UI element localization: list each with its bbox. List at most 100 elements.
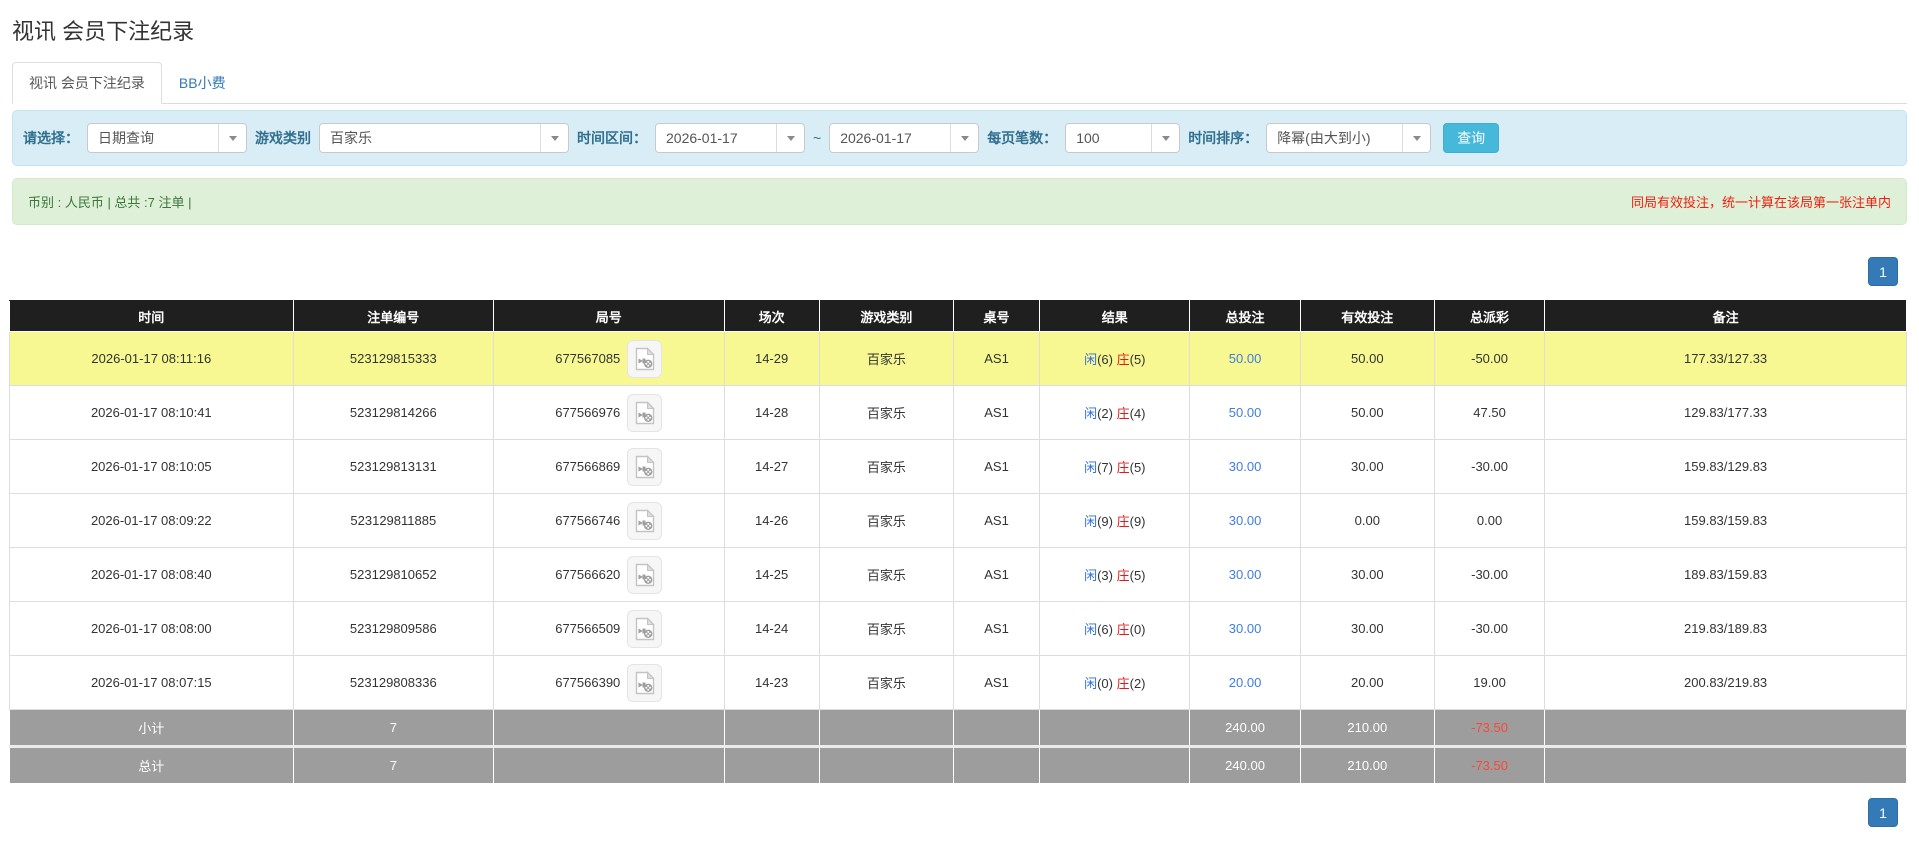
caret-down-icon [218,124,246,152]
query-button[interactable]: 查询 [1443,123,1500,153]
page-1-button[interactable]: 1 [1868,798,1898,827]
video-file-icon [635,616,655,640]
cell-payout: -50.00 [1433,331,1546,386]
total-bet-link[interactable]: 20.00 [1229,675,1262,690]
cell-total-bet: 50.00 [1189,331,1301,386]
video-file-icon [635,670,655,694]
cell-table-no: AS1 [952,655,1041,710]
footer-payout: -73.50 [1433,745,1546,784]
cell-bet-id: 523129813131 [292,439,495,494]
footer-count: 7 [292,745,495,784]
cell-bet-id: 523129809586 [292,601,495,656]
result-player: 闲 [1084,352,1098,367]
cell-total-bet: 50.00 [1189,385,1301,440]
result-banker: 庄 [1116,514,1130,529]
cell-session: 14-29 [723,331,820,386]
round-number: 677566620 [555,567,621,582]
date-from-value: 2026-01-17 [666,130,738,146]
footer-count: 7 [292,709,495,747]
cell-game-type: 百家乐 [818,601,954,656]
cell-note: 159.83/129.83 [1544,439,1907,494]
result-player: 闲 [1084,568,1098,583]
total-bet-link[interactable]: 50.00 [1229,351,1262,366]
result-banker: 庄 [1116,406,1130,421]
game-type-select[interactable]: 百家乐 [319,123,569,153]
per-page-select[interactable]: 100 [1065,123,1181,153]
tab-bb-tips[interactable]: BB小费 [162,62,243,104]
footer-empty [818,745,954,784]
video-file-icon [635,508,655,532]
sort-label: 时间排序： [1188,130,1259,146]
cell-table-no: AS1 [952,547,1041,602]
round-number: 677566746 [555,513,621,528]
cell-total-bet: 20.00 [1189,655,1301,710]
date-to-select[interactable]: 2026-01-17 [829,123,980,153]
cell-result: 闲(9) 庄(9) [1039,493,1191,548]
replay-video-button[interactable] [627,339,663,378]
total-bet-link[interactable]: 30.00 [1229,621,1262,636]
video-file-icon [635,400,655,424]
cell-table-no: AS1 [952,331,1041,386]
cell-total-bet: 30.00 [1189,601,1301,656]
cell-time: 2026-01-17 08:11:16 [9,331,294,386]
cell-time: 2026-01-17 08:10:41 [9,385,294,440]
cell-table-no: AS1 [952,601,1041,656]
footer-empty [952,745,1041,784]
total-bet-link[interactable]: 30.00 [1229,567,1262,582]
column-header: 注单编号 [292,300,495,332]
replay-video-button[interactable] [627,663,663,702]
column-header: 局号 [493,300,725,332]
cell-game-type: 百家乐 [818,547,954,602]
cell-round-id: 677566746 [493,493,725,548]
query-type-select[interactable]: 日期查询 [87,123,247,153]
cell-bet-id: 523129815333 [292,331,495,386]
replay-video-button[interactable] [627,447,663,486]
footer-label: 小计 [9,709,294,747]
total-bet-link[interactable]: 50.00 [1229,405,1262,420]
cell-time: 2026-01-17 08:08:40 [9,547,294,602]
result-banker-score: (5) [1129,568,1146,583]
cell-bet-id: 523129811885 [292,493,495,548]
table-header-row: 时间 注单编号 局号 场次 游戏类别 桌号 结果 总投注 有效投注 总派彩 备注 [9,300,1907,332]
replay-video-button[interactable] [627,555,663,594]
footer-empty [1039,709,1191,747]
column-header: 总派彩 [1433,300,1546,332]
page-1-button[interactable]: 1 [1868,257,1898,286]
per-page-value: 100 [1076,130,1100,146]
column-header: 结果 [1039,300,1191,332]
cell-game-type: 百家乐 [818,655,954,710]
footer-empty [1544,745,1907,784]
footer-empty [1039,745,1191,784]
replay-video-button[interactable] [627,501,663,540]
cell-payout: 47.50 [1433,385,1546,440]
result-banker: 庄 [1116,352,1130,367]
replay-video-button[interactable] [627,393,663,432]
date-from-select[interactable]: 2026-01-17 [655,123,805,153]
subtotal-row: 小计 7 240.00 210.00 -73.50 [9,709,1907,747]
replay-video-button[interactable] [627,609,663,648]
cell-time: 2026-01-17 08:10:05 [9,439,294,494]
total-bet-link[interactable]: 30.00 [1229,513,1262,528]
video-file-icon [635,454,655,478]
cell-round-id: 677566509 [493,601,725,656]
cell-payout: 19.00 [1433,655,1546,710]
result-banker-score: (5) [1129,352,1146,367]
cell-note: 189.83/159.83 [1544,547,1907,602]
tab-video-bet-records[interactable]: 视讯 会员下注纪录 [12,62,162,104]
sort-select[interactable]: 降幂(由大到小) [1266,123,1432,153]
column-header: 总投注 [1189,300,1301,332]
column-header: 时间 [9,300,294,332]
cell-note: 219.83/189.83 [1544,601,1907,656]
cell-payout: -30.00 [1433,601,1546,656]
total-bet-link[interactable]: 30.00 [1229,459,1262,474]
result-player-score: (3) [1097,568,1113,583]
footer-total-bet: 240.00 [1189,709,1301,747]
cell-result: 闲(6) 庄(0) [1039,601,1191,656]
cell-game-type: 百家乐 [818,439,954,494]
sort-value: 降幂(由大到小) [1277,130,1371,146]
cell-table-no: AS1 [952,493,1041,548]
column-header: 桌号 [952,300,1041,332]
cell-round-id: 677566869 [493,439,725,494]
table-row: 2026-01-17 08:07:15 523129808336 677566390… [9,655,1907,710]
result-banker: 庄 [1116,568,1130,583]
